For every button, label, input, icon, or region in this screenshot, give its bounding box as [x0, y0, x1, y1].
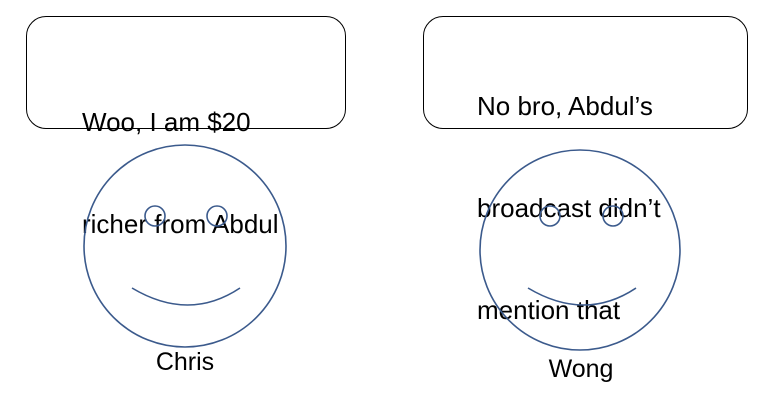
face-wong: [479, 149, 681, 351]
right-eye-chris: [206, 205, 228, 227]
face-chris: [83, 144, 287, 348]
face-outline-chris: [83, 144, 287, 348]
name-label-wong: Wong: [548, 355, 614, 383]
right-eye-wong: [602, 205, 624, 227]
name-label-chris: Chris: [155, 348, 215, 376]
smile-wong: [527, 287, 637, 306]
face-outline-wong: [479, 149, 681, 351]
left-eye-chris: [144, 205, 166, 227]
left-eye-wong: [539, 205, 561, 227]
smile-chris: [131, 287, 241, 306]
faces-drawing: [83, 144, 681, 351]
